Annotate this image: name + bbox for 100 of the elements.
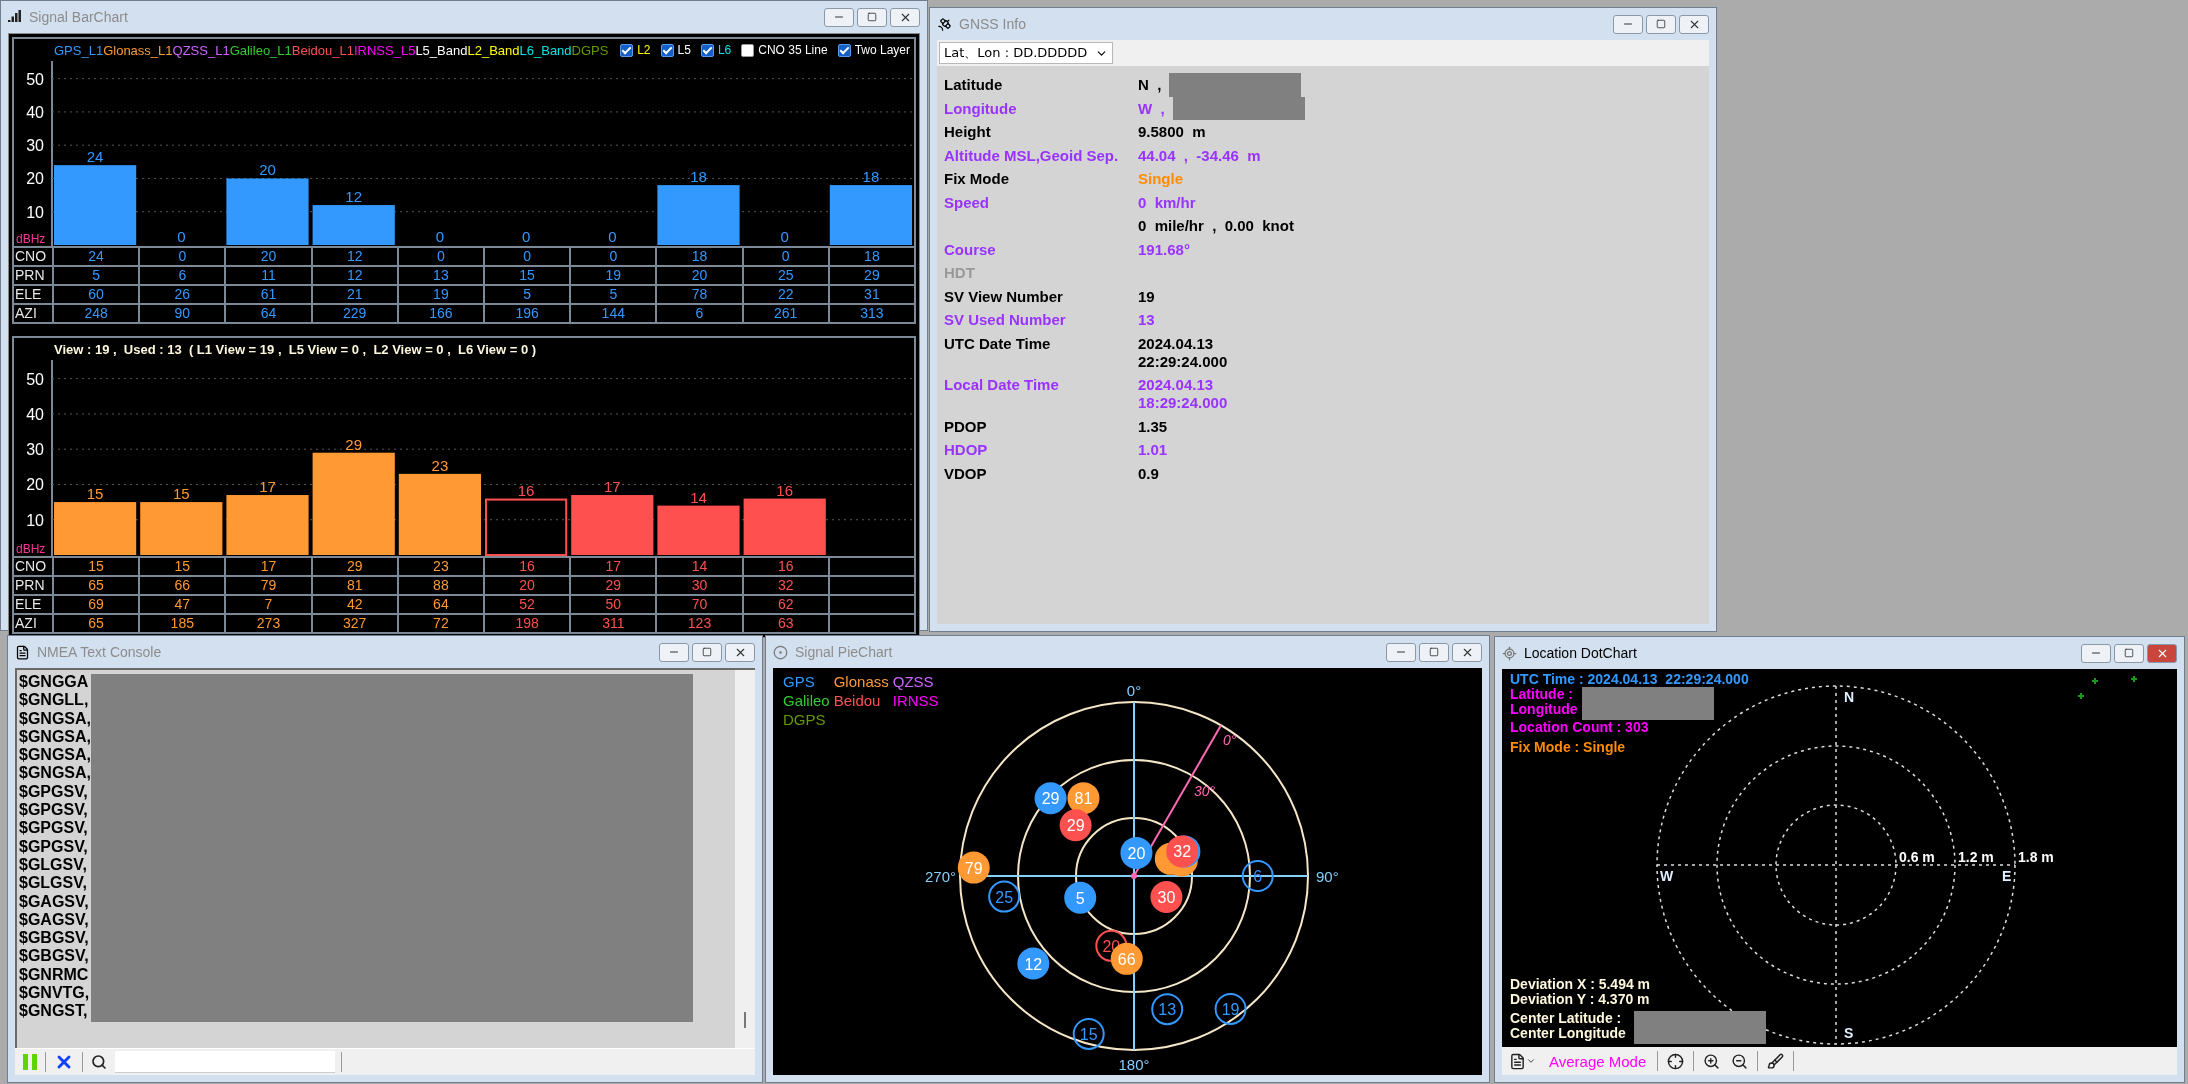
field-label: Fix Mode — [944, 169, 1010, 188]
checkbox-label: CNO 35 Line — [758, 43, 828, 57]
maximize-button[interactable] — [1646, 14, 1676, 34]
position-mark — [2091, 677, 2099, 685]
checkbox[interactable] — [620, 43, 634, 57]
field-value: 2024.04.13 18:29:24.000 — [1138, 375, 1228, 413]
satellite-number: 79 — [964, 859, 983, 877]
table-cell: 15 — [483, 265, 570, 284]
legend-item: L2_Band — [467, 42, 520, 58]
legend-item: L5_Band — [415, 42, 468, 58]
nmea-sentence: $GPGSV, — [19, 819, 89, 838]
table-cell: 42 — [310, 594, 397, 613]
minimize-button[interactable] — [824, 7, 854, 27]
axis-tick-label: 50 — [26, 70, 44, 88]
table-cell: 16 — [483, 556, 570, 575]
crosshair-icon — [1502, 645, 1517, 661]
minimize-button[interactable] — [1386, 642, 1416, 662]
axis-tick-label: 40 — [26, 103, 44, 121]
table-cell: 327 — [310, 613, 397, 632]
search-field[interactable] — [115, 1051, 335, 1073]
table-cell: 0 — [138, 246, 225, 265]
close-button[interactable] — [1452, 642, 1482, 662]
bar-value-label: 0 — [177, 228, 186, 245]
satellite-number: 29 — [1066, 817, 1085, 835]
brush-icon — [1767, 1052, 1785, 1070]
bar-value-label: 29 — [345, 435, 363, 453]
azimuth-label: 0° — [1126, 682, 1142, 699]
bar-value-label: 0 — [608, 228, 617, 245]
maximize-button[interactable] — [692, 642, 722, 662]
checkbox-label: L2 — [637, 43, 651, 57]
checkbox-label: L5 — [677, 43, 691, 57]
checkbox-label: L6 — [717, 43, 732, 57]
field-label: PDOP — [944, 416, 988, 436]
row-header: ELE — [14, 284, 52, 303]
bar-value-label: 17 — [259, 478, 276, 496]
maximize-icon — [2124, 648, 2134, 658]
field-value: N , — [1138, 75, 1162, 95]
search-button[interactable] — [89, 1054, 109, 1070]
checkbox[interactable] — [741, 43, 755, 57]
field-value: 191.68° — [1138, 239, 1190, 260]
table-cell: 47 — [138, 594, 225, 613]
legend-item: QZSS — [892, 672, 935, 691]
document-icon — [15, 644, 30, 660]
table-cell: 20 — [483, 575, 570, 594]
table-cell: 20 — [655, 265, 742, 284]
maximize-icon — [867, 12, 877, 22]
fix-mode: Fix Mode : Single — [1510, 740, 1627, 755]
table-cell: 31 — [827, 284, 914, 303]
minimize-button[interactable] — [1613, 14, 1643, 34]
table-cell: 15 — [138, 556, 225, 575]
table-cell: 26 — [138, 284, 225, 303]
nmea-sentence: $GPGSV, — [19, 837, 89, 856]
close-button[interactable] — [890, 7, 920, 27]
position-mark — [2077, 692, 2085, 700]
table-cell: 7 — [224, 594, 311, 613]
table-cell: 18 — [655, 246, 742, 265]
field-label: Height — [944, 122, 992, 141]
axis-tick-label: 10 — [26, 511, 44, 529]
field-value: 1.01 — [1138, 440, 1168, 460]
maximize-button[interactable] — [2114, 643, 2144, 663]
coordinate-format-dropdown[interactable]: Lat、Lon : DD.DDDDD — [939, 42, 1114, 64]
maximize-button[interactable] — [857, 7, 887, 27]
legend-item: GPS_L1 — [54, 42, 104, 58]
axis-tick-label: 20 — [26, 170, 44, 188]
close-button[interactable] — [2147, 643, 2177, 663]
close-button[interactable] — [1679, 14, 1709, 34]
compass-label: S — [1844, 1025, 1854, 1041]
table-cell: 81 — [310, 575, 397, 594]
row-header: PRN — [14, 575, 52, 594]
table-cell: 64 — [224, 303, 311, 322]
deviation-x: Deviation X : 5.494 m — [1510, 977, 1652, 992]
table-cell: 72 — [396, 613, 483, 632]
distance-label: 0.6 m — [1899, 849, 1935, 865]
minimize-button[interactable] — [659, 642, 689, 662]
table-cell: 185 — [138, 613, 225, 632]
nmea-sentence: $GPGSV, — [19, 782, 89, 802]
satellite-number: 5 — [1075, 889, 1085, 907]
table-cell: 17 — [224, 556, 311, 575]
table-cell: 24 — [52, 246, 139, 265]
checkbox[interactable] — [660, 43, 674, 57]
legend-item: GPS — [783, 672, 816, 691]
close-button[interactable] — [725, 642, 755, 662]
nmea-sentence: $GLGSV, — [19, 874, 88, 893]
legend-item: Beidou_L1 — [291, 42, 354, 58]
scrollbar[interactable] — [735, 670, 755, 1048]
checkbox[interactable] — [700, 43, 714, 57]
bar-value-label: 18 — [690, 168, 707, 186]
table-cell: 12 — [310, 265, 397, 284]
table-cell: 61 — [224, 284, 311, 303]
deviation-y: Deviation Y : 4.370 m — [1510, 992, 1651, 1007]
checkbox[interactable] — [837, 43, 851, 57]
latitude-label: Latitude : — [1510, 687, 1574, 702]
nmea-sentence: $GNGSA, — [19, 727, 91, 747]
maximize-button[interactable] — [1419, 642, 1449, 662]
nmea-sentence: $GNGSA, — [19, 764, 91, 783]
bar-value-label: 16 — [776, 481, 794, 499]
table-cell: 65 — [52, 575, 139, 594]
nmea-sentence: $GAGSV, — [19, 910, 90, 930]
satellite-number: 81 — [1074, 790, 1093, 808]
minimize-button[interactable] — [2081, 643, 2111, 663]
